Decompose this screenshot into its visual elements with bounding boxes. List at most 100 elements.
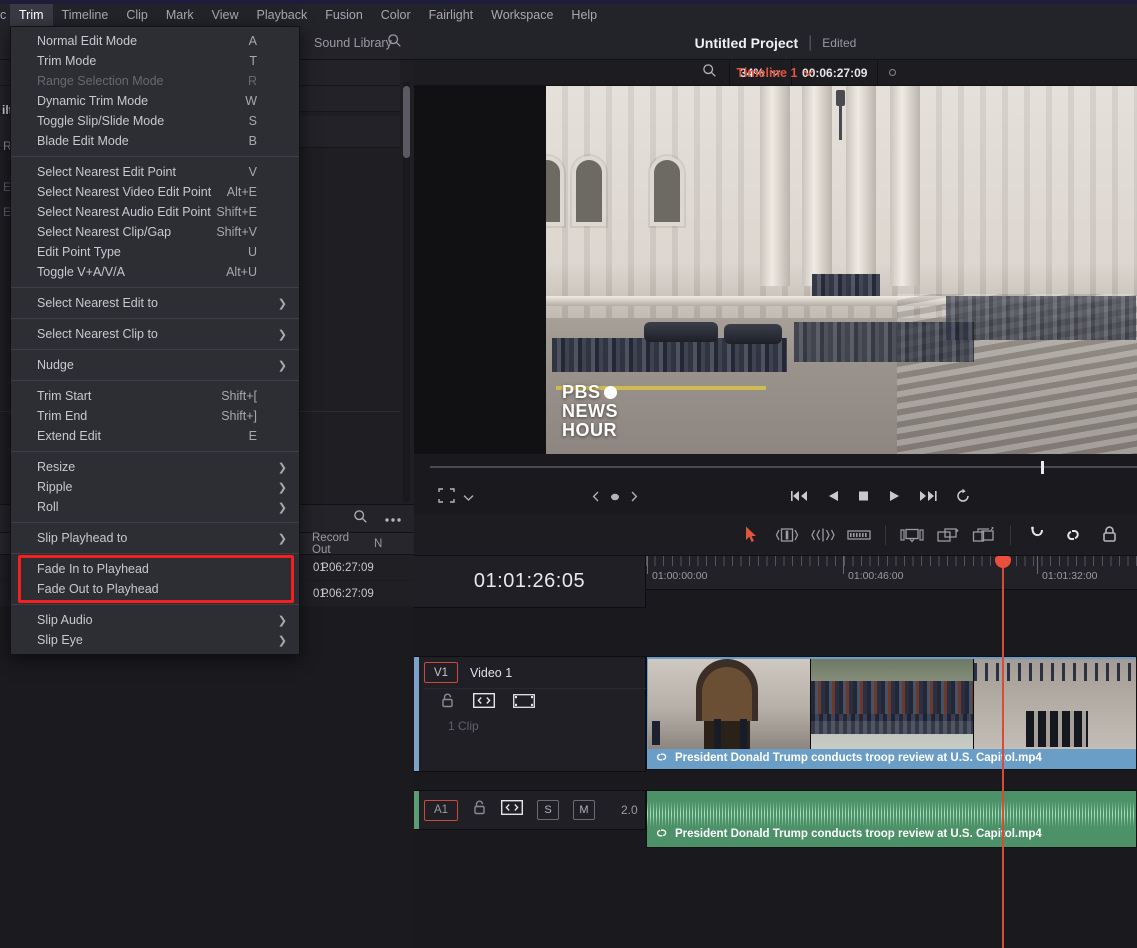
menu-item-trim[interactable]: Trim (10, 4, 53, 26)
timeline-clip-video[interactable]: President Donald Trump conducts troop re… (646, 656, 1137, 770)
menu-option-normal-edit-mode[interactable]: Normal Edit Mode A (11, 31, 299, 51)
auto-select-icon[interactable] (472, 692, 496, 713)
menu-option-shortcut: V (248, 165, 257, 179)
keyframe-dot-icon[interactable] (610, 489, 620, 507)
keyframe-nav-group[interactable] (474, 489, 638, 507)
viewer-scrubber[interactable] (414, 454, 1137, 482)
menu-option-shortcut: B (248, 134, 257, 148)
menu-item-timeline[interactable]: Timeline (53, 4, 118, 26)
menu-item-fusion[interactable]: Fusion (316, 4, 372, 26)
lock-tracks-toggle[interactable] (1091, 520, 1127, 550)
jump-to-start-button[interactable] (790, 489, 809, 508)
viewer-header: Untitled Project | Edited (414, 26, 1137, 60)
menu-item-clip[interactable]: Clip (117, 4, 157, 26)
loop-button[interactable] (955, 488, 971, 509)
menu-option-select-nearest-clip-to[interactable]: Select Nearest Clip to ❯ (11, 324, 299, 344)
menu-option-select-nearest-clip-gap[interactable]: Select Nearest Clip/Gap Shift+V (11, 222, 299, 242)
linked-selection-toggle[interactable] (1055, 520, 1091, 550)
track-name-v1[interactable]: Video 1 (470, 666, 512, 680)
selection-tool[interactable] (733, 520, 769, 550)
search-icon[interactable] (702, 63, 717, 83)
menu-item-playback[interactable]: Playback (248, 4, 317, 26)
menu-option-shortcut: Alt+U (226, 265, 257, 279)
mute-button[interactable]: M (573, 800, 595, 820)
menu-option-nudge[interactable]: Nudge ❯ (11, 355, 299, 375)
menu-option-ripple[interactable]: Ripple ❯ (11, 477, 299, 497)
lock-open-icon[interactable] (472, 800, 487, 820)
play-reverse-button[interactable] (827, 489, 839, 508)
menu-option-resize[interactable]: Resize ❯ (11, 457, 299, 477)
timeline-clip-audio[interactable]: President Donald Trump conducts troop re… (646, 790, 1137, 848)
menu-item-help[interactable]: Help (562, 4, 606, 26)
stop-button[interactable] (857, 489, 870, 508)
menu-option-toggle-slip-slide-mode[interactable]: Toggle Slip/Slide Mode S (11, 111, 299, 131)
menu-option-slip-eye[interactable]: Slip Eye ❯ (11, 630, 299, 650)
viewer-video-area[interactable]: PBS NEWS HOUR (414, 86, 1137, 454)
menu-option-dynamic-trim-mode[interactable]: Dynamic Trim Mode W (11, 91, 299, 111)
overwrite-clip-button[interactable] (930, 520, 966, 550)
menu-option-trim-mode[interactable]: Trim Mode T (11, 51, 299, 71)
track-header-a1[interactable]: A1 S M 2.0 (414, 790, 646, 830)
menu-option-fade-in-to-playhead[interactable]: Fade In to Playhead (11, 559, 299, 579)
scrubber-playhead[interactable] (1041, 461, 1044, 474)
menu-option-label: Trim End (37, 409, 88, 423)
auto-select-icon[interactable] (500, 799, 524, 820)
menu-option-blade-edit-mode[interactable]: Blade Edit Mode B (11, 131, 299, 151)
menu-option-roll[interactable]: Roll ❯ (11, 497, 299, 517)
track-id-badge-v1[interactable]: V1 (424, 662, 458, 683)
menu-option-select-nearest-video-edit-point[interactable]: Select Nearest Video Edit Point Alt+E (11, 182, 299, 202)
sound-library-tab[interactable]: Sound Library (300, 26, 406, 60)
trim-dropdown-menu[interactable]: Normal Edit Mode A Trim Mode T Range Selecti… (10, 26, 300, 655)
menu-item-workspace[interactable]: Workspace (482, 4, 562, 26)
menu-option-label: Select Nearest Clip to (37, 327, 158, 341)
timeline-ruler[interactable]: 01:00:00:00 01:00:46:00 01:01:32:00 (646, 556, 1137, 590)
menu-option-select-nearest-edit-point[interactable]: Select Nearest Edit Point V (11, 162, 299, 182)
video-dest-icon[interactable] (513, 693, 535, 713)
blade-edit-tool[interactable] (841, 520, 877, 550)
menu-option-label: Slip Playhead to (37, 531, 128, 545)
search-icon[interactable] (353, 509, 368, 529)
play-forward-button[interactable] (888, 489, 900, 508)
insert-clip-button[interactable] (894, 520, 930, 550)
snapping-toggle[interactable] (1019, 520, 1055, 550)
menu-option-slip-playhead-to[interactable]: Slip Playhead to ❯ (11, 528, 299, 548)
menu-item-color[interactable]: Color (372, 4, 420, 26)
media-list-scrollbar-thumb[interactable] (403, 86, 410, 158)
scrubber-track[interactable] (430, 466, 1137, 468)
menu-option-select-nearest-edit-to[interactable]: Select Nearest Edit to ❯ (11, 293, 299, 313)
menu-item-mark[interactable]: Mark (157, 4, 203, 26)
frame-bounds-group[interactable] (414, 488, 474, 508)
menu-option-trim-end[interactable]: Trim End Shift+] (11, 406, 299, 426)
dynamic-trim-tool[interactable] (805, 520, 841, 550)
prev-keyframe-icon[interactable] (592, 489, 600, 507)
next-keyframe-icon[interactable] (630, 489, 638, 507)
more-options-icon[interactable] (384, 510, 402, 528)
audio-channel-count[interactable]: 2.0 (621, 803, 638, 817)
replace-clip-button[interactable] (966, 520, 1002, 550)
chevron-down-icon (463, 489, 474, 507)
menu-option-slip-audio[interactable]: Slip Audio ❯ (11, 610, 299, 630)
menu-option-toggle-v-a-v-a[interactable]: Toggle V+A/V/A Alt+U (11, 262, 299, 282)
viewer-timecode[interactable]: 00:06:27:09 (792, 59, 879, 86)
jump-to-end-button[interactable] (918, 489, 937, 508)
menu-option-label: Trim Start (37, 389, 92, 403)
clip-name-video: President Donald Trump conducts troop re… (675, 752, 1042, 764)
menu-option-label: Blade Edit Mode (37, 134, 129, 148)
track-header-v1[interactable]: V1 Video 1 1 Clip (414, 656, 646, 772)
menu-option-trim-start[interactable]: Trim Start Shift+[ (11, 386, 299, 406)
timeline-playhead[interactable] (995, 556, 1011, 948)
menu-item-view[interactable]: View (203, 4, 248, 26)
menu-option-edit-point-type[interactable]: Edit Point Type U (11, 242, 299, 262)
menu-option-fade-out-to-playhead[interactable]: Fade Out to Playhead (11, 579, 299, 599)
menu-option-extend-edit[interactable]: Extend Edit E (11, 426, 299, 446)
trim-edit-tool[interactable] (769, 520, 805, 550)
lock-open-icon[interactable] (440, 693, 455, 713)
solo-button[interactable]: S (537, 800, 559, 820)
menu-option-label: Toggle Slip/Slide Mode (37, 114, 165, 128)
menu-option-select-nearest-audio-edit-point[interactable]: Select Nearest Audio Edit Point Shift+E (11, 202, 299, 222)
zoom-level-selector[interactable]: 34% (730, 59, 793, 86)
menu-item-fairlight[interactable]: Fairlight (420, 4, 482, 26)
track-id-badge-a1[interactable]: A1 (424, 799, 458, 821)
column-header-name[interactable]: N (312, 538, 382, 550)
chevron-right-icon: ❯ (277, 481, 287, 494)
